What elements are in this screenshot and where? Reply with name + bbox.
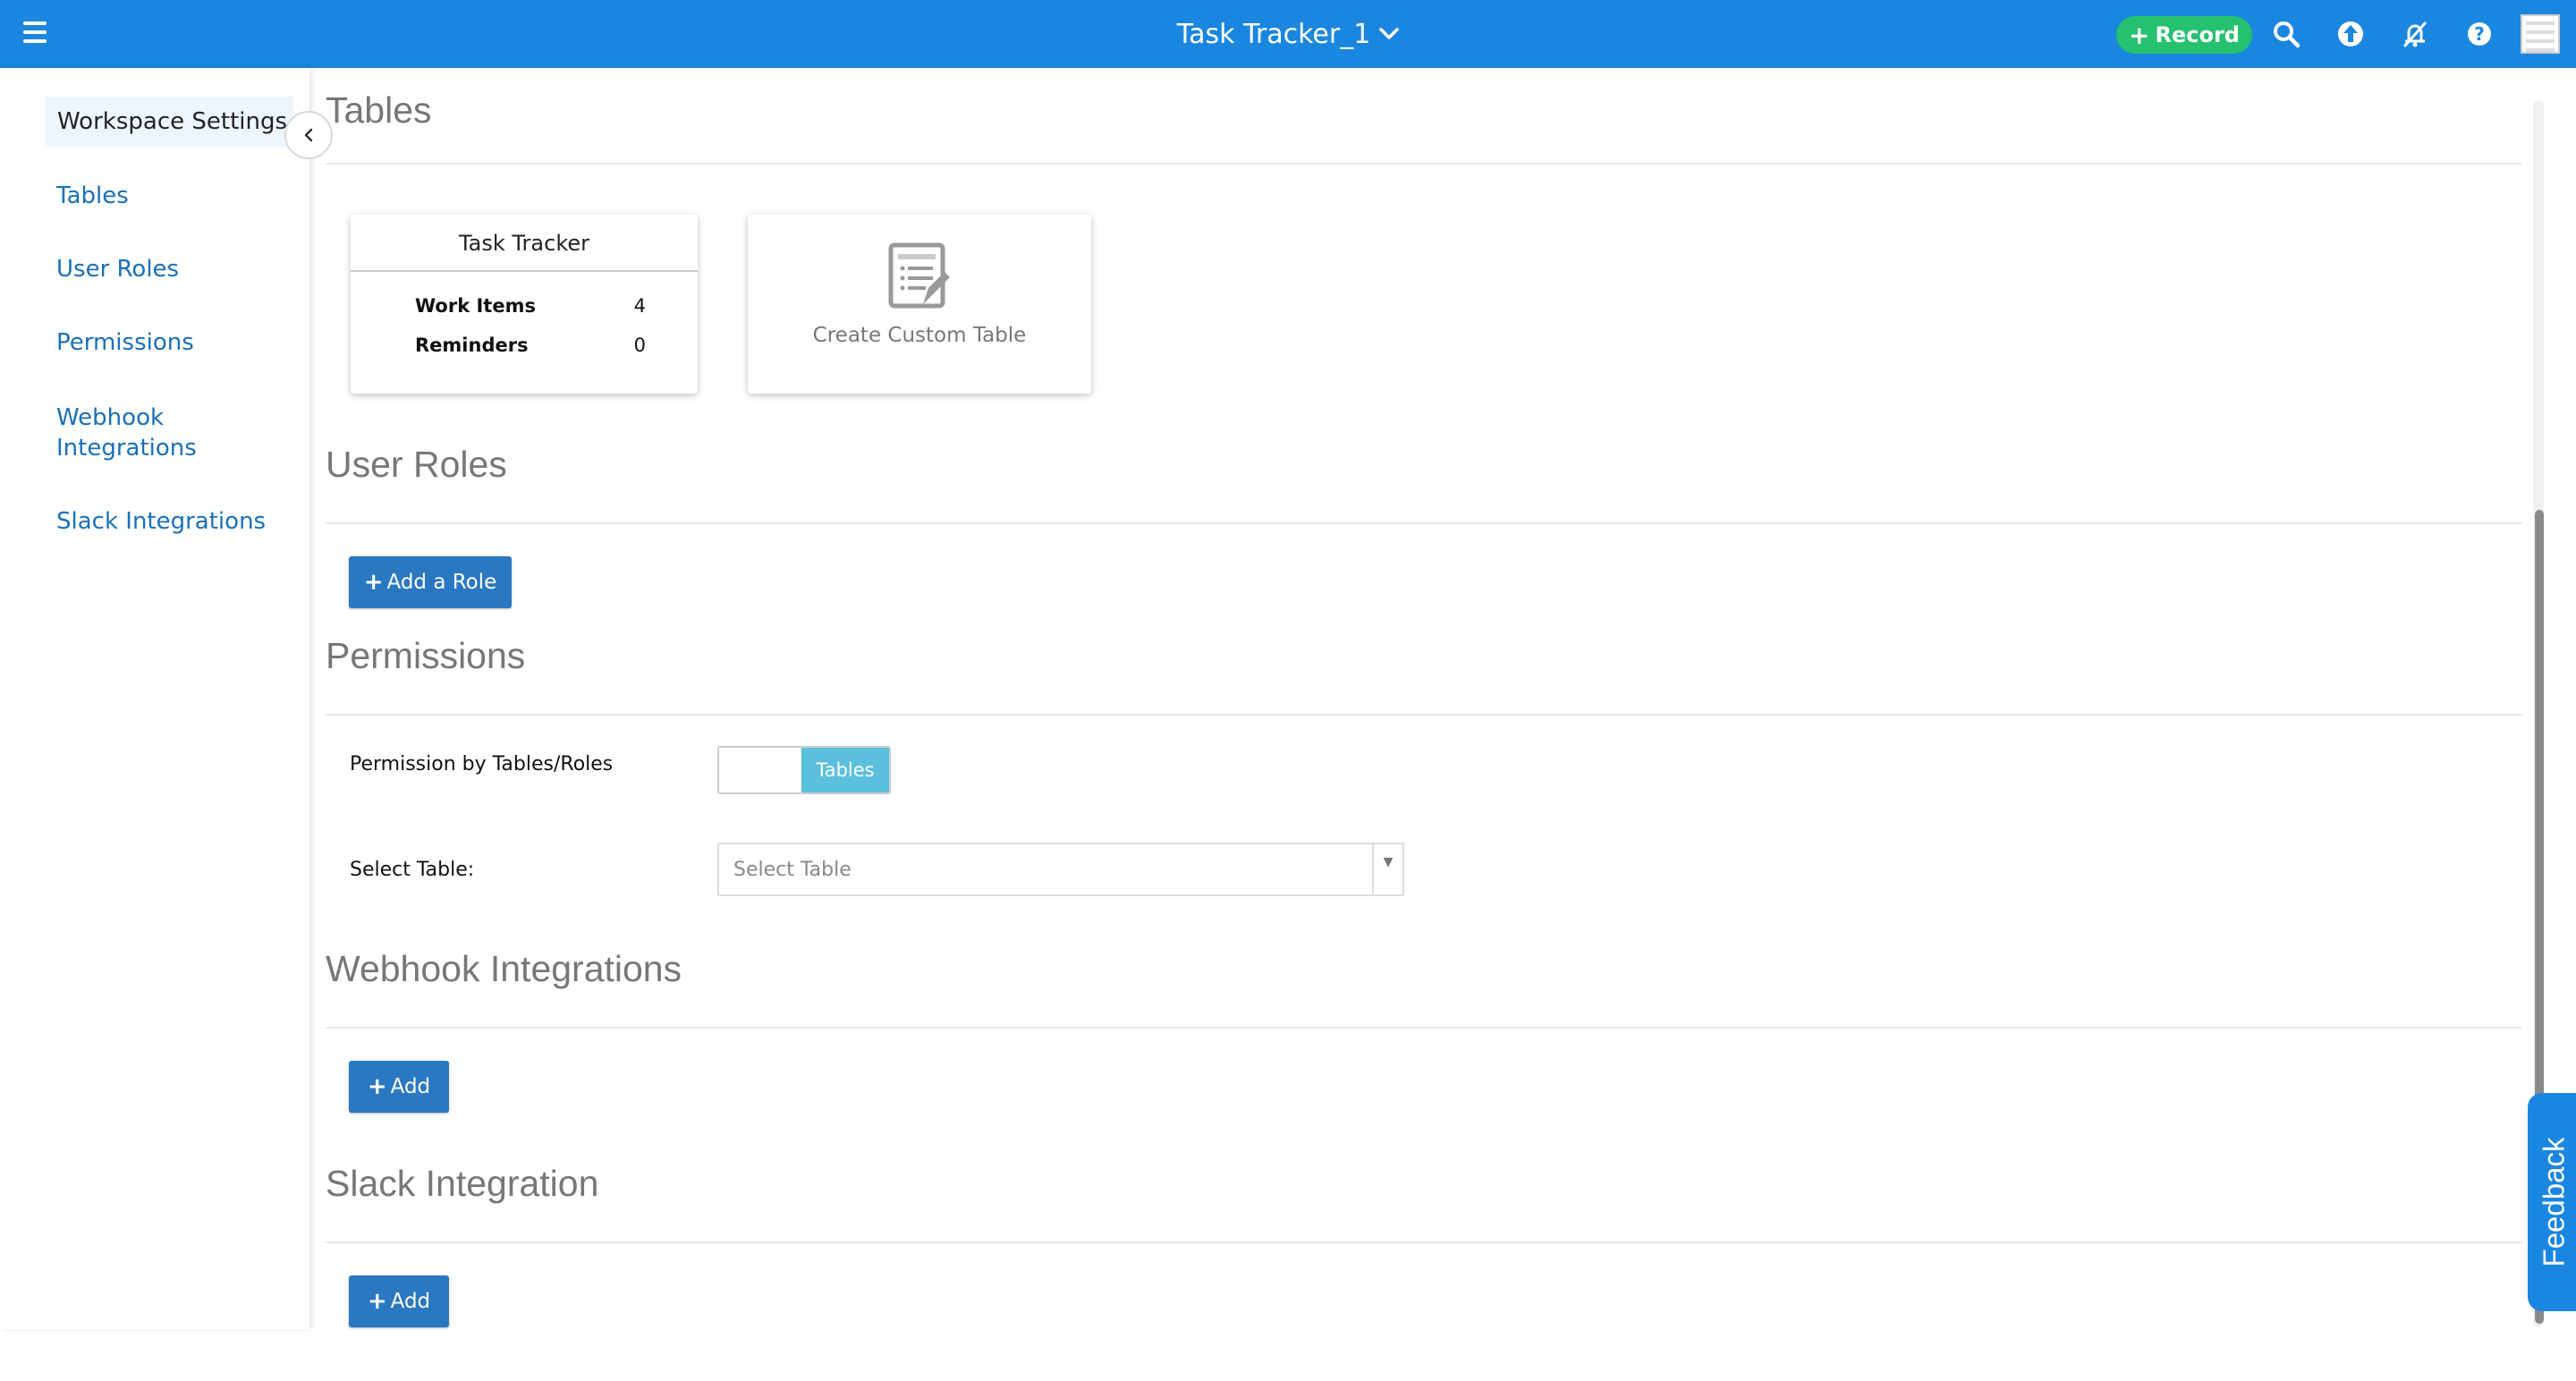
permission-mode-label: Permission by Tables/Roles: [350, 753, 614, 775]
feedback-tab[interactable]: Feedback: [2528, 1093, 2576, 1311]
table-card-row: Work Items 4: [351, 286, 698, 326]
feedback-label: Feedback: [2537, 1137, 2570, 1267]
add-webhook-button-label: Add: [390, 1075, 431, 1098]
tables-section-title: Tables: [326, 89, 432, 131]
plus-icon: +: [367, 1288, 387, 1315]
divider: [326, 163, 2522, 165]
upload-icon[interactable]: [2336, 20, 2365, 48]
select-table-label: Select Table:: [350, 859, 475, 881]
divider: [326, 714, 2522, 716]
table-card-task-tracker[interactable]: Task Tracker Work Items 4 Reminders 0: [351, 215, 698, 394]
table-name-label: Reminders: [415, 335, 529, 356]
user-roles-section-title: User Roles: [326, 444, 507, 485]
settings-content: Tables Task Tracker Work Items 4 Reminde…: [309, 68, 2533, 1338]
workspace-title: Task Tracker_1: [1176, 18, 1371, 50]
search-icon[interactable]: [2272, 20, 2301, 48]
add-slack-button[interactable]: + Add: [349, 1275, 449, 1327]
avatar[interactable]: [2521, 14, 2560, 54]
collapse-sidebar-button[interactable]: [284, 111, 333, 159]
slack-section-title: Slack Integration: [326, 1163, 599, 1204]
table-card-title: Task Tracker: [351, 215, 698, 272]
plus-icon: +: [367, 1073, 387, 1100]
permission-mode-toggle[interactable]: Tables: [717, 746, 891, 794]
divider: [326, 522, 2522, 524]
help-icon[interactable]: ?: [2465, 20, 2494, 48]
toggle-roles-side: [719, 748, 801, 792]
add-slack-button-label: Add: [390, 1290, 431, 1313]
dropdown-arrow-icon: ▼: [1372, 844, 1402, 894]
plus-icon: +: [2129, 20, 2150, 50]
record-button[interactable]: + Record: [2116, 16, 2252, 54]
workspace-title-dropdown[interactable]: Task Tracker_1: [1118, 0, 1458, 68]
create-custom-table-label: Create Custom Table: [812, 324, 1027, 347]
toggle-tables-side: Tables: [801, 748, 889, 792]
plus-icon: +: [363, 569, 384, 596]
sidebar-item-permissions[interactable]: Permissions: [56, 327, 298, 358]
sidebar-item-slack-integrations[interactable]: Slack Integrations: [56, 506, 298, 537]
sidebar-item-webhook-integrations[interactable]: Webhook Integrations: [56, 402, 208, 463]
sidebar-heading: Workspace Settings: [45, 97, 293, 147]
record-count: 0: [633, 335, 646, 356]
sidebar-item-user-roles[interactable]: User Roles: [56, 254, 298, 284]
notifications-off-icon[interactable]: [2401, 20, 2429, 48]
divider: [326, 1241, 2522, 1243]
add-role-button[interactable]: + Add a Role: [349, 556, 512, 608]
webhook-section-title: Webhook Integrations: [326, 948, 682, 989]
record-button-label: Record: [2155, 22, 2240, 47]
chevron-down-icon: [1379, 28, 1400, 39]
add-webhook-button[interactable]: + Add: [349, 1061, 449, 1113]
record-count: 4: [633, 295, 646, 317]
edit-document-icon: [888, 242, 950, 309]
add-role-button-label: Add a Role: [386, 571, 497, 594]
settings-sidebar: Workspace Settings Tables User Roles Per…: [0, 68, 309, 1329]
select-table-placeholder: Select Table: [733, 858, 852, 881]
select-table-dropdown[interactable]: Select Table ▼: [717, 843, 1404, 896]
permissions-section-title: Permissions: [326, 635, 526, 676]
chevron-left-icon: [304, 128, 313, 142]
sidebar-item-tables[interactable]: Tables: [56, 181, 298, 211]
create-custom-table-card[interactable]: Create Custom Table: [748, 215, 1091, 394]
table-card-row: Reminders 0: [351, 326, 698, 365]
table-name-label: Work Items: [415, 295, 536, 317]
top-bar: Task Tracker_1 + Record ?: [0, 0, 2576, 68]
svg-text:?: ?: [2474, 23, 2485, 45]
divider: [326, 1027, 2522, 1029]
menu-icon[interactable]: [23, 21, 47, 43]
